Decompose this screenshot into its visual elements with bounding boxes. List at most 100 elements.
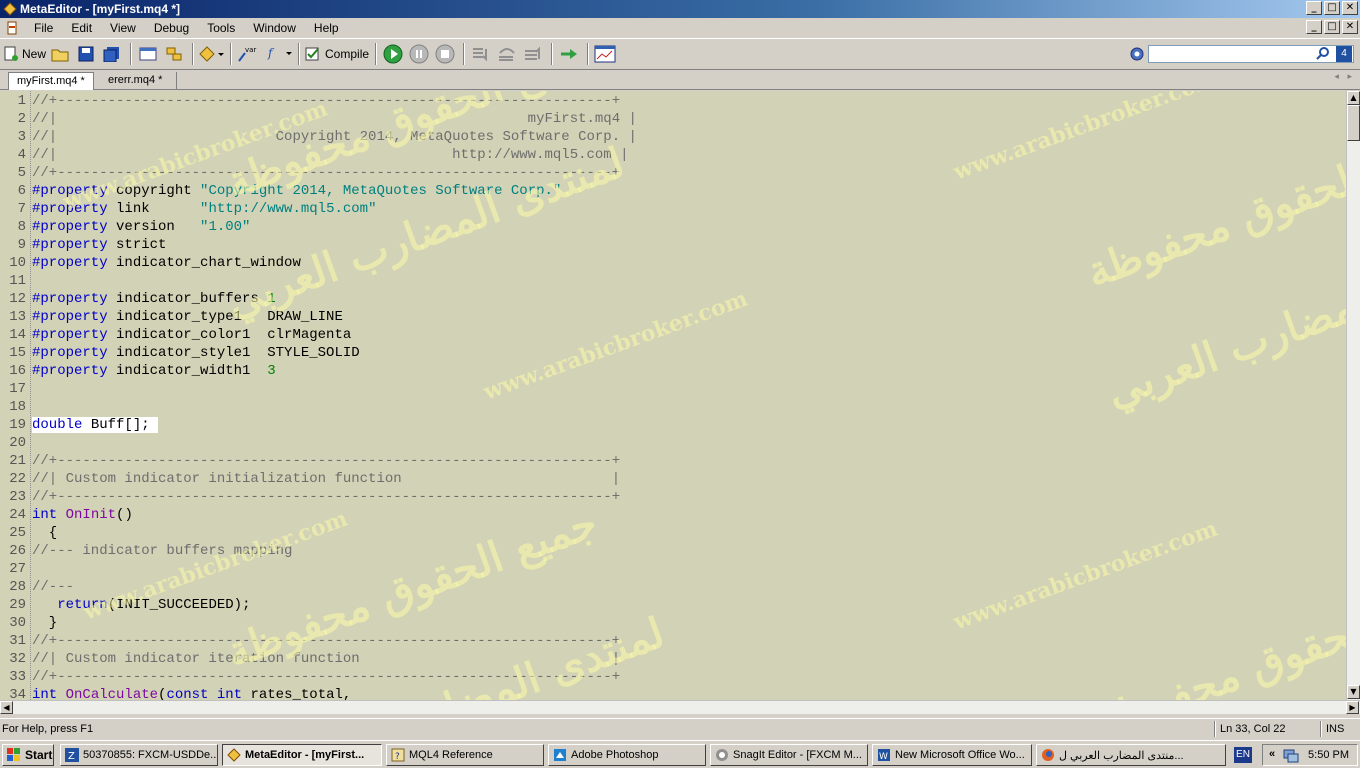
styler-icon [199,46,225,62]
pause-debug-button[interactable] [407,42,431,66]
metaeditor-icon [227,748,241,762]
code-line[interactable]: //| myFirst.mq4 | [32,110,637,128]
photoshop-icon [554,749,566,761]
code-line[interactable]: double Buff[]; [32,416,159,434]
save-all-button[interactable] [100,42,124,66]
tray-expand-icon[interactable]: « [1269,748,1275,760]
menu-view[interactable]: View [101,21,145,35]
horizontal-scrollbar[interactable]: ◀ ▶ [0,700,1360,714]
code-line[interactable]: #property indicator_color1 clrMagenta [32,326,351,344]
taskbar-item-fxcm[interactable]: Z 50370855: FXCM-USDDe... [60,744,218,766]
clock[interactable]: 5:50 PM [1308,749,1349,761]
save-button[interactable] [74,42,98,66]
menu-help[interactable]: Help [305,21,348,35]
code-line[interactable]: #property indicator_buffers 1 [32,290,276,308]
doc-close-button[interactable]: ✕ [1342,20,1358,34]
code-line[interactable]: //--- indicator buffers mapping [32,542,292,560]
new-button[interactable]: New [3,42,46,66]
code-line[interactable]: #property indicator_type1 DRAW_LINE [32,308,343,326]
line-number: 1 [17,93,26,109]
code-line[interactable]: //| Copyright 2014, MetaQuotes Software … [32,128,637,146]
new-file-icon [4,46,18,61]
maximize-button[interactable]: □ [1324,1,1340,15]
code-line[interactable]: return(INIT_SUCCEEDED); [32,596,250,614]
navigator-button[interactable] [136,42,160,66]
code-line[interactable]: //| Custom indicator iteration function … [32,650,620,668]
code-line[interactable]: //+-------------------------------------… [32,632,620,650]
snagit-icon [716,749,728,761]
language-indicator[interactable]: EN [1234,747,1252,763]
minimize-button[interactable]: _ [1306,1,1322,15]
strategy-tester-button[interactable] [593,42,617,66]
menu-tools[interactable]: Tools [198,21,244,35]
play-icon [383,44,403,64]
tab-scroll-arrows[interactable]: ◂ ▸ [1334,72,1352,82]
code-line[interactable]: { [32,524,57,542]
line-number: 18 [9,399,26,415]
code-line[interactable]: //+-------------------------------------… [32,92,620,110]
taskbar-item-mql4-reference[interactable]: ? MQL4 Reference [386,744,544,766]
scroll-down-button[interactable]: ▼ [1347,685,1360,699]
doc-restore-button[interactable]: □ [1324,20,1340,34]
vertical-scrollbar[interactable]: ▲ ▼ [1346,91,1360,700]
code-line[interactable]: //+-------------------------------------… [32,488,620,506]
code-line[interactable]: #property indicator_style1 STYLE_SOLID [32,344,360,362]
taskbar-item-metaeditor[interactable]: MetaEditor - [myFirst... [222,744,382,766]
list-variables-button[interactable]: var [236,42,260,66]
code-line[interactable]: int OnCalculate(const int rates_total, [32,686,351,700]
compile-button[interactable]: Compile [304,42,369,66]
line-number: 2 [17,111,26,127]
code-line[interactable]: #property indicator_chart_window [32,254,301,272]
code-area[interactable]: //+-------------------------------------… [32,91,1342,700]
code-line[interactable]: //+-------------------------------------… [32,668,620,686]
code-line[interactable]: //| Custom indicator initialization func… [32,470,620,488]
code-line[interactable]: //+-------------------------------------… [32,452,620,470]
code-token: #property [32,345,108,361]
document-icon[interactable] [5,21,19,35]
menu-edit[interactable]: Edit [62,21,101,35]
menu-file[interactable]: File [25,21,62,35]
code-line[interactable]: #property link "http://www.mql5.com" [32,200,376,218]
menu-window[interactable]: Window [244,21,305,35]
menu-debug[interactable]: Debug [145,21,198,35]
tab-myfirst[interactable]: myFirst.mq4 * [8,72,94,90]
scroll-left-button[interactable]: ◀ [0,701,13,714]
taskbar-item-snagit[interactable]: SnagIt Editor - [FXCM M... [710,744,868,766]
code-line[interactable]: //--- [32,578,74,596]
network-icon[interactable] [1283,747,1299,763]
code-line[interactable]: #property indicator_width1 3 [32,362,276,380]
toolbox-button[interactable] [162,42,186,66]
code-line[interactable]: //| http://www.mql5.com | [32,146,629,164]
code-line[interactable]: #property version "1.00" [32,218,250,236]
taskbar-item-firefox[interactable]: منتدى المضارب العربي ل... [1036,744,1226,766]
code-line[interactable]: //+-------------------------------------… [32,164,620,182]
search-results-badge[interactable]: 4 [1336,46,1352,62]
variable-icon: var [238,46,256,62]
scroll-up-button[interactable]: ▲ [1347,91,1360,105]
step-out-button[interactable] [521,42,545,66]
search-icon[interactable] [1316,47,1330,61]
list-functions-button[interactable]: f [262,42,293,66]
stop-debug-button[interactable] [433,42,457,66]
tab-ererr[interactable]: ererr.mq4 * [100,72,170,90]
taskbar-item-word[interactable]: W New Microsoft Office Wo... [872,744,1032,766]
close-button[interactable]: ✕ [1342,1,1358,15]
styler-button[interactable] [198,42,225,66]
step-over-button[interactable] [495,42,519,66]
open-button[interactable] [48,42,72,66]
doc-minimize-button[interactable]: _ [1306,20,1322,34]
code-editor[interactable]: 1 2 3 4 5 6 7 8 9 10 11 12 13 14 15 16 17 18 19 20 21 22 23 24 2… [0,91,1346,700]
code-line[interactable]: #property copyright "Copyright 2014, Met… [32,182,561,200]
start-button[interactable]: Start [2,744,54,766]
taskbar-item-photoshop[interactable]: Adobe Photoshop [548,744,706,766]
code-token: #property [32,363,108,379]
scroll-right-button[interactable]: ▶ [1346,701,1359,714]
scroll-thumb[interactable] [1347,105,1360,141]
code-line[interactable]: } [32,614,57,632]
code-line[interactable]: int OnInit() [32,506,133,524]
run-to-cursor-button[interactable] [557,42,581,66]
gear-icon[interactable] [1128,45,1146,63]
start-debug-button[interactable] [381,42,405,66]
step-into-button[interactable] [469,42,493,66]
code-line[interactable]: #property strict [32,236,166,254]
